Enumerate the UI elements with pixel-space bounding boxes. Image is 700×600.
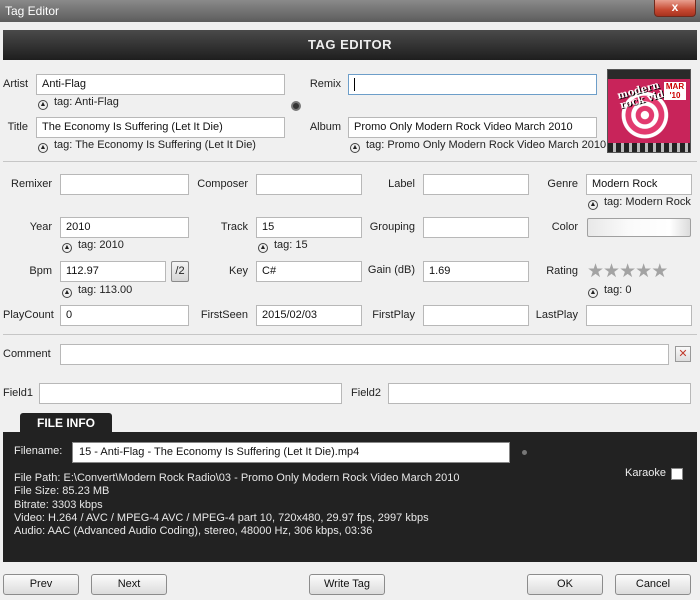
field1-label: Field1 (3, 387, 33, 399)
title-label: Title (7, 121, 28, 133)
track-label: Track (220, 221, 248, 233)
apply-tag-icon: ▲ (62, 243, 72, 253)
firstplay-field[interactable] (423, 305, 529, 326)
cancel-button[interactable]: Cancel (615, 574, 691, 595)
prev-button[interactable]: Prev (3, 574, 79, 595)
field1-input[interactable] (39, 383, 342, 404)
genre-label: Genre (547, 178, 578, 190)
grouping-label: Grouping (369, 221, 415, 233)
artist-field[interactable]: Anti-Flag (36, 74, 285, 95)
audio-info: Audio: AAC (Advanced Audio Coding), ster… (14, 525, 373, 538)
rating-tag-hint[interactable]: ▲ tag: 0 (588, 284, 632, 298)
next-button[interactable]: Next (91, 574, 167, 595)
star-icon[interactable]: ★ (651, 262, 668, 281)
remixer-label: Remixer (11, 178, 52, 190)
apply-tag-icon: ▲ (258, 243, 268, 253)
video-info: Video: H.264 / AVC / MPEG-4 AVC / MPEG-4… (14, 511, 429, 524)
tab-file-info[interactable]: FILE INFO (20, 413, 112, 434)
file-size: File Size: 85.23 MB (14, 485, 110, 498)
key-field[interactable]: C# (256, 261, 362, 282)
filename-field[interactable]: 15 - Anti-Flag - The Economy Is Sufferin… (72, 442, 510, 463)
window-titlebar: Tag Editor x (0, 0, 700, 22)
label-label: Label (388, 178, 415, 190)
star-icon[interactable]: ★ (619, 262, 636, 281)
bpm-label: Bpm (29, 265, 52, 277)
gain-field[interactable]: 1.69 (423, 261, 529, 282)
apply-tag-icon: ▲ (38, 100, 48, 110)
filename-label: Filename: (14, 445, 63, 457)
clear-comment-button[interactable]: ✕ (675, 346, 691, 362)
track-field[interactable]: 15 (256, 217, 362, 238)
divider (3, 161, 697, 162)
firstseen-field[interactable]: 2015/02/03 (256, 305, 362, 326)
lastplay-label: LastPlay (535, 309, 578, 321)
year-tag-hint[interactable]: ▲ tag: 2010 (62, 239, 124, 253)
apply-tag-icon: ▲ (588, 288, 598, 298)
album-tag-hint[interactable]: ▲ tag: Promo Only Modern Rock Video March… (350, 139, 606, 153)
album-field[interactable]: Promo Only Modern Rock Video March 2010 (348, 117, 597, 138)
album-label: Album (309, 121, 341, 133)
status-dot-icon (522, 450, 527, 455)
karaoke-checkbox[interactable] (671, 468, 683, 480)
field2-input[interactable] (388, 383, 691, 404)
window-title: Tag Editor (5, 4, 60, 18)
close-button[interactable]: x (654, 0, 696, 17)
file-path: File Path: E:\Convert\Modern Rock Radio\… (14, 472, 460, 484)
artist-label: Artist (3, 78, 29, 90)
grouping-field[interactable] (423, 217, 529, 238)
file-info-panel: Filename: 15 - Anti-Flag - The Economy I… (3, 432, 697, 562)
label-field[interactable] (423, 174, 529, 195)
comment-field[interactable] (60, 344, 669, 365)
write-tag-button[interactable]: Write Tag (309, 574, 385, 595)
file-details: File Path: E:\Convert\Modern Rock Radio\… (14, 472, 460, 538)
composer-label: Composer (197, 178, 248, 190)
year-field[interactable]: 2010 (60, 217, 189, 238)
color-picker[interactable] (587, 218, 691, 237)
track-tag-hint[interactable]: ▲ tag: 15 (258, 239, 308, 253)
remix-label: Remix (309, 78, 341, 90)
artist-tag-hint[interactable]: ▲ tag: Anti-Flag (38, 96, 119, 110)
karaoke-label: Karaoke (625, 467, 666, 479)
bpm-tag-hint[interactable]: ▲ tag: 113.00 (62, 284, 132, 298)
bitrate: Bitrate: 3303 kbps (14, 498, 103, 511)
playcount-label: PlayCount (3, 309, 54, 321)
apply-tag-icon: ▲ (350, 143, 360, 153)
title-tag-hint[interactable]: ▲ tag: The Economy Is Suffering (Let It D… (38, 139, 256, 153)
remix-field[interactable] (348, 74, 597, 95)
composer-field[interactable] (256, 174, 362, 195)
rating-label: Rating (546, 265, 578, 277)
bpm-field[interactable]: 112.97 (60, 261, 166, 282)
field2-label: Field2 (351, 387, 381, 399)
apply-tag-icon: ▲ (62, 288, 72, 298)
star-icon[interactable]: ★ (635, 262, 652, 281)
remixer-field[interactable] (60, 174, 189, 195)
apply-tag-icon: ▲ (588, 200, 598, 210)
lastplay-field[interactable] (586, 305, 692, 326)
bpm-half-button[interactable]: /2 (171, 261, 189, 282)
close-icon: ✕ (678, 348, 688, 360)
firstplay-label: FirstPlay (372, 309, 415, 321)
text-caret (354, 77, 355, 91)
apply-tag-icon: ▲ (38, 143, 48, 153)
playcount-field[interactable]: 0 (60, 305, 189, 326)
title-field[interactable]: The Economy Is Suffering (Let It Die) (36, 117, 285, 138)
color-label: Color (551, 221, 578, 233)
comment-label: Comment (3, 348, 51, 360)
star-icon[interactable]: ★ (587, 262, 604, 281)
firstseen-label: FirstSeen (200, 309, 248, 321)
rating-stars[interactable]: ★★★★★ (587, 262, 668, 281)
key-label: Key (229, 265, 248, 277)
divider (3, 334, 697, 335)
year-label: Year (29, 221, 52, 233)
star-icon[interactable]: ★ (603, 262, 620, 281)
gain-label: Gain (dB) (367, 264, 415, 276)
genre-field[interactable]: Modern Rock (586, 174, 692, 195)
swap-icon[interactable] (291, 101, 301, 111)
album-art[interactable]: modern rock video MAR '10 (607, 69, 691, 153)
page-title: TAG EDITOR (3, 30, 697, 60)
genre-tag-hint[interactable]: ▲ tag: Modern Rock (588, 196, 691, 210)
album-art-badge: MAR '10 (664, 82, 686, 100)
ok-button[interactable]: OK (527, 574, 603, 595)
